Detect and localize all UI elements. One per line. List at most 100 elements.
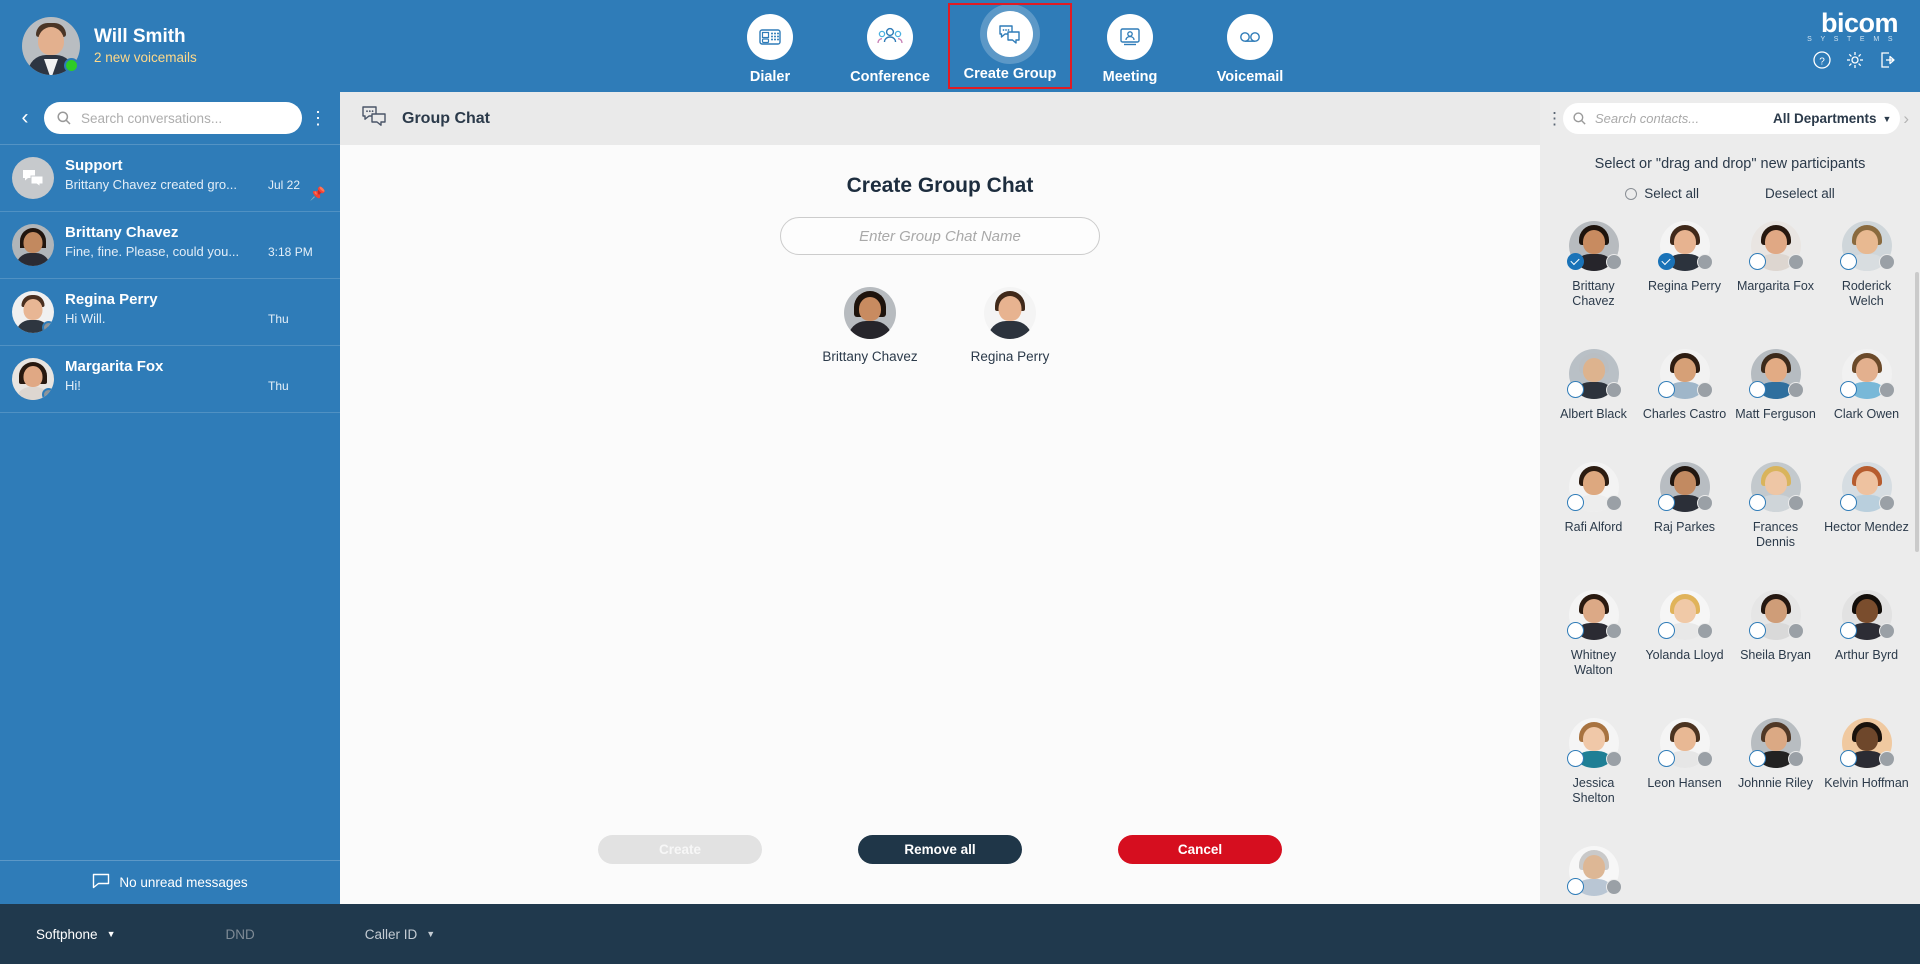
contact-select-checkbox[interactable] — [1566, 381, 1584, 398]
contact-select-checkbox[interactable] — [1748, 622, 1766, 639]
avatar[interactable] — [1839, 349, 1895, 399]
contact-item-roderick-welch[interactable]: Roderick Welch — [1821, 221, 1912, 341]
contact-select-checkbox[interactable] — [1839, 381, 1857, 398]
avatar[interactable] — [1748, 590, 1804, 640]
contact-item-margarita-fox[interactable]: Margarita Fox — [1730, 221, 1821, 341]
chevron-down-icon[interactable]: ▼ — [1883, 114, 1892, 124]
help-icon[interactable]: ? — [1812, 50, 1832, 70]
avatar[interactable] — [1657, 590, 1713, 640]
avatar[interactable] — [1748, 349, 1804, 399]
avatar[interactable] — [1566, 462, 1622, 512]
contact-item-whitney-walton[interactable]: Whitney Walton — [1548, 590, 1639, 710]
selected-participant-regina-perry[interactable]: Regina Perry — [958, 287, 1062, 364]
contact-select-checkbox[interactable] — [1839, 253, 1857, 270]
remove-all-button[interactable]: Remove all — [858, 835, 1022, 864]
chevron-left-icon[interactable]: ‹ — [12, 106, 38, 130]
conversation-item-support[interactable]: Support Brittany Chavez created gro... J… — [0, 145, 340, 212]
dnd-toggle[interactable]: DND — [225, 927, 254, 942]
contact-item-brittany-chavez[interactable]: Brittany Chavez — [1548, 221, 1639, 341]
unread-messages-status[interactable]: No unread messages — [0, 860, 340, 904]
select-all-radio[interactable] — [1625, 187, 1638, 200]
cancel-button[interactable]: Cancel — [1118, 835, 1282, 864]
contact-item-jessica-shelton[interactable]: Jessica Shelton — [1548, 718, 1639, 838]
avatar[interactable] — [1657, 221, 1713, 271]
conversation-item-regina-perry[interactable]: Regina Perry Hi Will. Thu — [0, 279, 340, 346]
contact-select-checkbox[interactable] — [1748, 750, 1766, 767]
contact-item-matt-ferguson[interactable]: Matt Ferguson — [1730, 349, 1821, 454]
avatar[interactable] — [1839, 590, 1895, 640]
contact-item-rafi-alford[interactable]: Rafi Alford — [1548, 462, 1639, 582]
avatar[interactable] — [1748, 221, 1804, 271]
search-conversations-wrap[interactable] — [44, 102, 302, 134]
contact-item-yolanda-lloyd[interactable]: Yolanda Lloyd — [1639, 590, 1730, 710]
contact-item-leon-hansen[interactable]: Leon Hansen — [1639, 718, 1730, 838]
nav-voicemail[interactable]: Voicemail — [1190, 8, 1310, 85]
chevron-down-icon[interactable]: ▼ — [426, 929, 435, 939]
search-conversations-input[interactable] — [81, 110, 290, 126]
logout-icon[interactable] — [1878, 50, 1898, 70]
contact-select-checkbox[interactable] — [1657, 750, 1675, 767]
contact-item-clark-owen[interactable]: Clark Owen — [1821, 349, 1912, 454]
search-contacts-wrap[interactable]: All Departments ▼ — [1563, 103, 1901, 134]
avatar[interactable] — [1839, 221, 1895, 271]
contacts-scrollbar[interactable] — [1915, 272, 1919, 552]
contact-item-albert-black[interactable]: Albert Black — [1548, 349, 1639, 454]
contact-select-checkbox[interactable] — [1657, 622, 1675, 639]
avatar[interactable] — [1839, 462, 1895, 512]
contact-select-checkbox[interactable] — [1839, 750, 1857, 767]
contact-select-checkbox[interactable] — [1657, 381, 1675, 398]
softphone-selector[interactable]: Softphone ▼ — [36, 927, 115, 942]
contact-select-checkbox[interactable] — [1748, 494, 1766, 511]
avatar[interactable] — [1748, 462, 1804, 512]
deselect-all-button[interactable]: Deselect all — [1765, 186, 1835, 201]
nav-conference[interactable]: Conference — [830, 8, 950, 85]
nav-create-group[interactable]: Create Group — [948, 3, 1072, 89]
chevron-right-icon[interactable]: › — [1900, 109, 1912, 129]
select-all-control[interactable]: Select all — [1625, 186, 1699, 201]
contact-item-hector-mendez[interactable]: Hector Mendez — [1821, 462, 1912, 582]
department-filter-label[interactable]: All Departments — [1773, 111, 1877, 126]
avatar[interactable] — [1566, 590, 1622, 640]
contact-select-checkbox[interactable] — [1839, 494, 1857, 511]
avatar[interactable] — [1839, 718, 1895, 768]
avatar[interactable] — [1566, 718, 1622, 768]
contact-item-raj-parkes[interactable]: Raj Parkes — [1639, 462, 1730, 582]
conversation-item-margarita-fox[interactable]: Margarita Fox Hi! Thu — [0, 346, 340, 413]
pin-icon[interactable]: 📌 — [310, 186, 326, 202]
contact-select-checkbox[interactable] — [1566, 878, 1584, 895]
contact-select-checkbox[interactable] — [1657, 494, 1675, 511]
avatar[interactable] — [1657, 349, 1713, 399]
avatar[interactable] — [1566, 349, 1622, 399]
contact-select-checkbox[interactable] — [1748, 253, 1766, 270]
chevron-down-icon[interactable]: ▼ — [107, 929, 116, 939]
contact-item-kelvin-hoffman[interactable]: Kelvin Hoffman — [1821, 718, 1912, 838]
contact-item-arthur-byrd[interactable]: Arthur Byrd — [1821, 590, 1912, 710]
contact-select-checkbox[interactable] — [1566, 622, 1584, 639]
avatar[interactable] — [1566, 846, 1622, 896]
current-user-block[interactable]: Will Smith 2 new voicemails — [0, 17, 400, 75]
search-contacts-input[interactable] — [1595, 111, 1773, 126]
contact-select-checkbox[interactable] — [1839, 622, 1857, 639]
contact-item-charles-castro[interactable]: Charles Castro — [1639, 349, 1730, 454]
avatar[interactable] — [1657, 462, 1713, 512]
group-chat-name-input[interactable] — [780, 217, 1100, 255]
contacts-kebab-menu-icon[interactable]: ⋮ — [1546, 110, 1563, 127]
gear-icon[interactable] — [1845, 50, 1865, 70]
contact-select-checkbox[interactable] — [1566, 253, 1584, 270]
contact-select-checkbox[interactable] — [1566, 494, 1584, 511]
contacts-grid[interactable]: Brittany Chavez Regina Perry Margarita Fox… — [1540, 211, 1920, 904]
contact-item-ignacio[interactable]: Ignacio — [1548, 846, 1639, 904]
avatar[interactable] — [1657, 718, 1713, 768]
selected-participant-brittany-chavez[interactable]: Brittany Chavez — [818, 287, 922, 364]
avatar[interactable] — [1748, 718, 1804, 768]
avatar[interactable] — [1566, 221, 1622, 271]
contact-select-checkbox[interactable] — [1657, 253, 1675, 270]
contact-item-regina-perry[interactable]: Regina Perry — [1639, 221, 1730, 341]
avatar[interactable] — [22, 17, 80, 75]
voicemail-count[interactable]: 2 new voicemails — [94, 50, 197, 67]
contact-select-checkbox[interactable] — [1566, 750, 1584, 767]
contact-item-sheila-bryan[interactable]: Sheila Bryan — [1730, 590, 1821, 710]
contact-item-johnnie-riley[interactable]: Johnnie Riley — [1730, 718, 1821, 838]
nav-meeting[interactable]: Meeting — [1070, 8, 1190, 85]
caller-id-selector[interactable]: Caller ID ▼ — [365, 927, 435, 942]
